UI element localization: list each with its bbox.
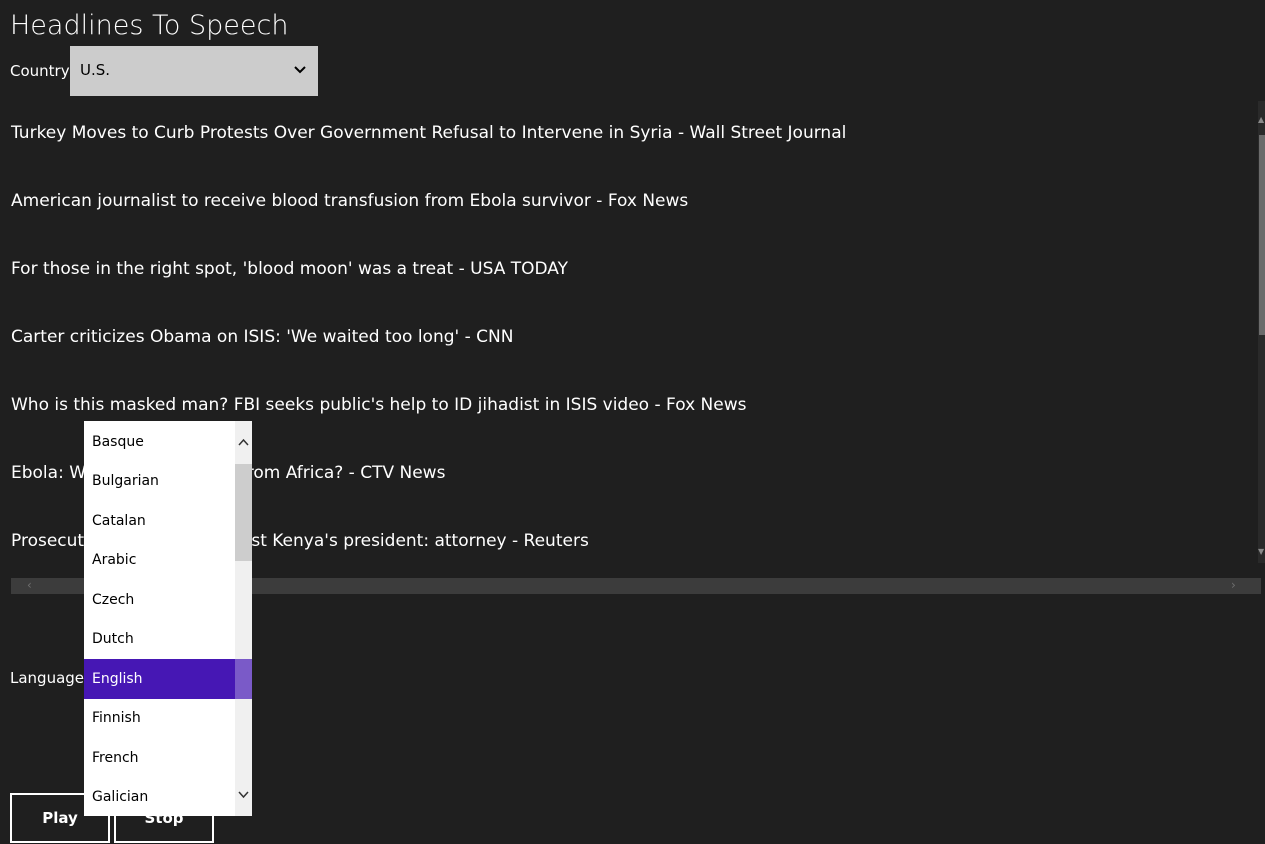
language-scrollbar[interactable] (235, 421, 252, 816)
language-selection-marker (235, 659, 252, 699)
scroll-left-icon[interactable]: ‹ (27, 578, 32, 592)
headline-item[interactable]: Who is this masked man? FBI seeks public… (11, 395, 746, 415)
country-select[interactable]: U.S. (70, 46, 318, 96)
language-option-galician[interactable]: Galician (84, 777, 235, 816)
language-option-arabic[interactable]: Arabic (84, 540, 235, 580)
scroll-up-icon[interactable]: ▲ (1258, 115, 1264, 124)
chevron-down-icon (294, 66, 306, 74)
scroll-right-icon[interactable]: › (1231, 578, 1236, 592)
language-option-basque[interactable]: Basque (84, 422, 235, 462)
headline-item[interactable]: Carter criticizes Obama on ISIS: 'We wai… (11, 327, 513, 347)
chevron-down-icon[interactable] (237, 788, 250, 801)
headline-vertical-scrollbar[interactable]: ▲ ▼ (1258, 101, 1265, 563)
headline-item[interactable]: For those in the right spot, 'blood moon… (11, 259, 568, 279)
language-option-english[interactable]: English (84, 659, 235, 699)
language-option-catalan[interactable]: Catalan (84, 501, 235, 541)
language-label: Language: (10, 669, 90, 687)
scroll-down-icon[interactable]: ▼ (1258, 547, 1264, 556)
language-option-dutch[interactable]: Dutch (84, 619, 235, 659)
headline-item[interactable]: Turkey Moves to Curb Protests Over Gover… (11, 123, 846, 143)
language-scrollbar-thumb[interactable] (235, 464, 252, 561)
app-title: Headlines To Speech (10, 10, 289, 41)
chevron-up-icon[interactable] (237, 436, 250, 449)
language-option-french[interactable]: French (84, 738, 235, 778)
headline-item[interactable]: American journalist to receive blood tra… (11, 191, 688, 211)
country-label: Country: (10, 62, 74, 80)
language-option-bulgarian[interactable]: Bulgarian (84, 461, 235, 501)
language-dropdown-list[interactable]: Basque Bulgarian Catalan Arabic Czech Du… (84, 421, 252, 816)
language-option-finnish[interactable]: Finnish (84, 698, 235, 738)
scrollbar-thumb[interactable] (1259, 135, 1265, 335)
country-selected-value: U.S. (80, 61, 111, 79)
language-option-czech[interactable]: Czech (84, 580, 235, 620)
